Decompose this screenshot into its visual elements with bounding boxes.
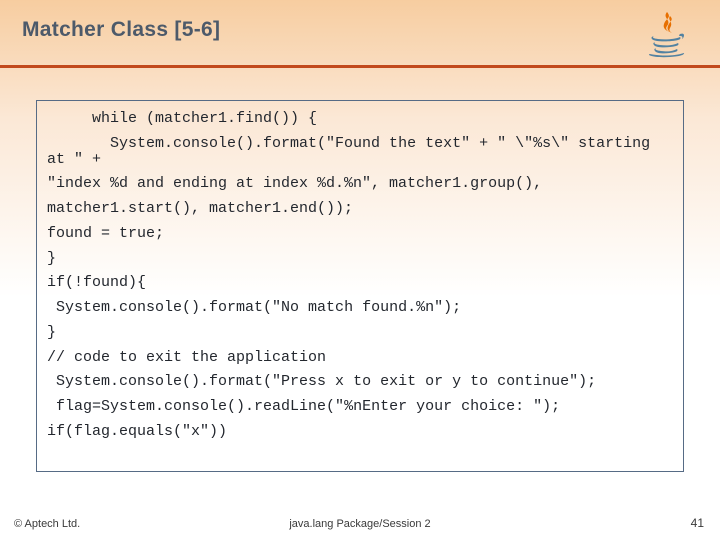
footer-page-number: 41 xyxy=(691,516,704,530)
slide-footer: © Aptech Ltd. java.lang Package/Session … xyxy=(0,508,720,540)
code-line: flag=System.console().readLine("%nEnter … xyxy=(45,395,675,420)
java-logo-icon xyxy=(640,6,694,60)
code-line: matcher1.start(), matcher1.end()); xyxy=(45,197,675,222)
footer-center: java.lang Package/Session 2 xyxy=(289,518,430,530)
title-bar: Matcher Class [5-6] xyxy=(0,0,720,68)
slide: Matcher Class [5-6] while (matcher1.find… xyxy=(0,0,720,540)
code-line: while (matcher1.find()) { xyxy=(45,107,675,132)
slide-title: Matcher Class [5-6] xyxy=(22,18,720,42)
code-line: System.console().format("Press x to exit… xyxy=(45,370,675,395)
code-line: // code to exit the application xyxy=(45,346,675,371)
footer-copyright: © Aptech Ltd. xyxy=(14,518,80,530)
code-line: } xyxy=(45,247,675,272)
code-line: } xyxy=(45,321,675,346)
code-snippet-box: while (matcher1.find()) { System.console… xyxy=(36,100,684,472)
code-line: if(flag.equals("x")) xyxy=(45,420,675,445)
code-line: System.console().format("Found the text"… xyxy=(45,132,675,173)
code-line: System.console().format("No match found.… xyxy=(45,296,675,321)
code-line: found = true; xyxy=(45,222,675,247)
code-line: if(!found){ xyxy=(45,271,675,296)
code-line: "index %d and ending at index %d.%n", ma… xyxy=(45,172,675,197)
